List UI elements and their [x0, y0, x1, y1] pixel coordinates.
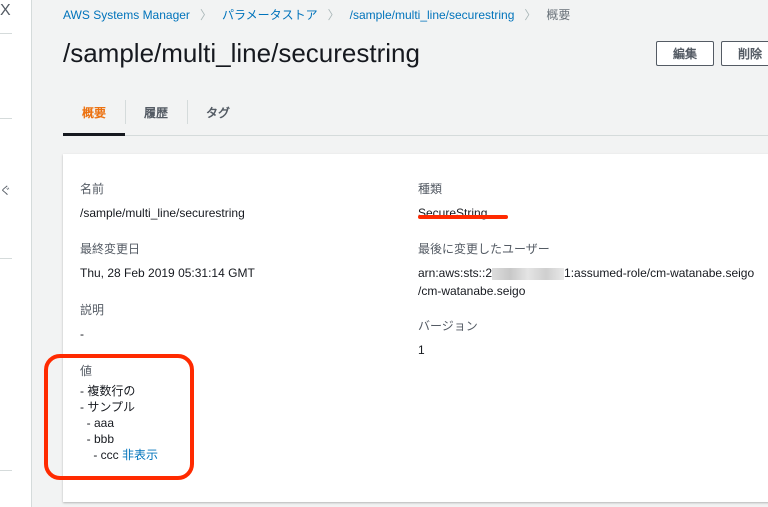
divider — [0, 470, 12, 471]
name-value: /sample/multi_line/securestring — [80, 206, 245, 220]
name-field: 名前 /sample/multi_line/securestring — [80, 180, 245, 222]
tab-history[interactable]: 履歴 — [125, 94, 187, 130]
last-modified-user-field: 最後に変更したユーザー arn:aws:sts::2 1:assumed-role… — [418, 240, 754, 300]
tab-overview[interactable]: 概要 — [63, 94, 126, 136]
close-icon[interactable]: X — [0, 2, 11, 20]
breadcrumb-parameter-store[interactable]: パラメータストア — [222, 6, 318, 23]
delete-button[interactable]: 削除 — [721, 41, 768, 66]
type-value: SecureString — [418, 206, 488, 220]
user-arn-line2: /cm-watanabe.seigo — [418, 284, 526, 298]
redacted-account-id — [492, 267, 565, 280]
user-arn-suffix: 1:assumed-role/cm-watanabe.seigo — [564, 266, 755, 280]
chevron-right-icon: 〉 — [199, 8, 212, 22]
user-value: arn:aws:sts::2 1:assumed-role/cm-watanabe… — [418, 264, 754, 300]
tab-bar: 概要 履歴 タグ — [63, 94, 768, 136]
breadcrumb: AWS Systems Manager 〉 パラメータストア 〉 /sample… — [63, 6, 570, 23]
side-navigation: X ぐ — [0, 0, 32, 507]
tab-tags[interactable]: タグ — [187, 94, 249, 130]
breadcrumb-current: 概要 — [546, 8, 571, 22]
name-label: 名前 — [80, 182, 105, 196]
breadcrumb-parameter[interactable]: /sample/multi_line/securestring — [350, 8, 515, 22]
chevron-right-icon: 〉 — [524, 8, 537, 22]
divider — [0, 258, 12, 259]
type-label: 種類 — [418, 182, 443, 196]
modified-field: 最終変更日 Thu, 28 Feb 2019 05:31:14 GMT — [80, 240, 255, 282]
user-label: 最後に変更したユーザー — [418, 242, 550, 256]
chevron-right-icon: 〉 — [327, 8, 340, 22]
edit-button[interactable]: 編集 — [656, 41, 714, 66]
nav-text-fragment[interactable]: ぐ — [0, 182, 11, 198]
description-value: - — [80, 327, 84, 341]
user-arn-prefix: arn:aws:sts::2 — [418, 266, 493, 280]
page-title: /sample/multi_line/securestring — [63, 38, 420, 68]
annotation-underline — [418, 215, 508, 219]
divider — [0, 118, 12, 119]
version-field: バージョン 1 — [418, 317, 478, 359]
modified-label: 最終変更日 — [80, 242, 141, 256]
annotation-highlight-box — [44, 354, 194, 480]
breadcrumb-systems-manager[interactable]: AWS Systems Manager — [63, 8, 190, 22]
version-label: バージョン — [418, 319, 478, 333]
version-value: 1 — [418, 343, 425, 357]
description-label: 説明 — [80, 303, 105, 317]
modified-value: Thu, 28 Feb 2019 05:31:14 GMT — [80, 266, 255, 280]
divider — [0, 33, 12, 34]
description-field: 説明 - — [80, 301, 104, 343]
